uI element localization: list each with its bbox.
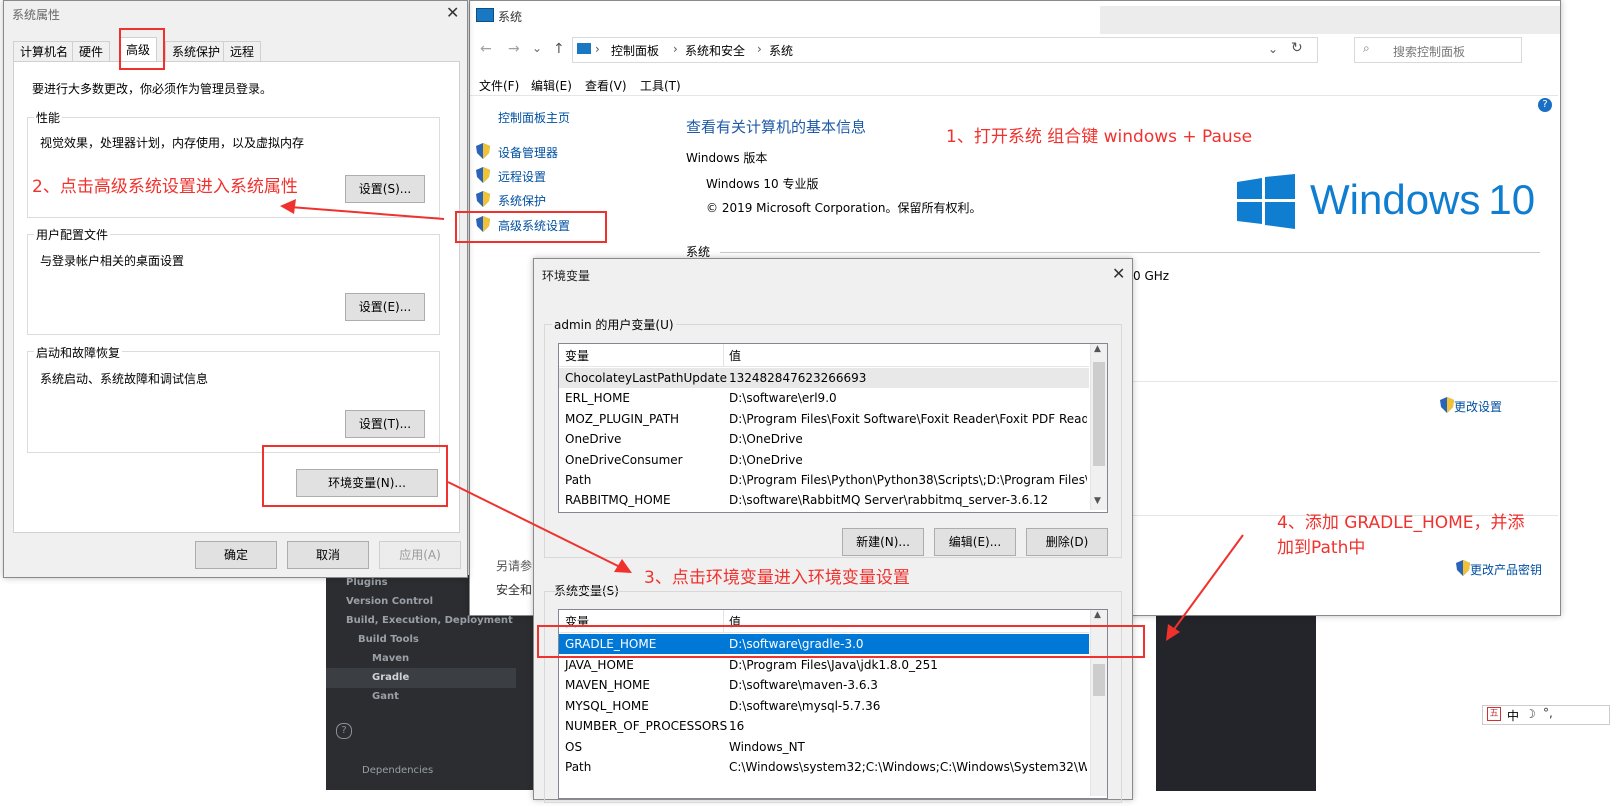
arrowhead-icon bbox=[280, 199, 296, 214]
arrowhead-icon bbox=[1166, 624, 1180, 641]
screenshot-stage: Plugins Version Control Build, Execution… bbox=[0, 0, 1613, 811]
arrow-step-3 bbox=[447, 481, 623, 569]
arrow-step-4 bbox=[1171, 534, 1244, 633]
arrow-step-2 bbox=[289, 206, 445, 220]
annotation-arrows bbox=[280, 199, 1244, 641]
